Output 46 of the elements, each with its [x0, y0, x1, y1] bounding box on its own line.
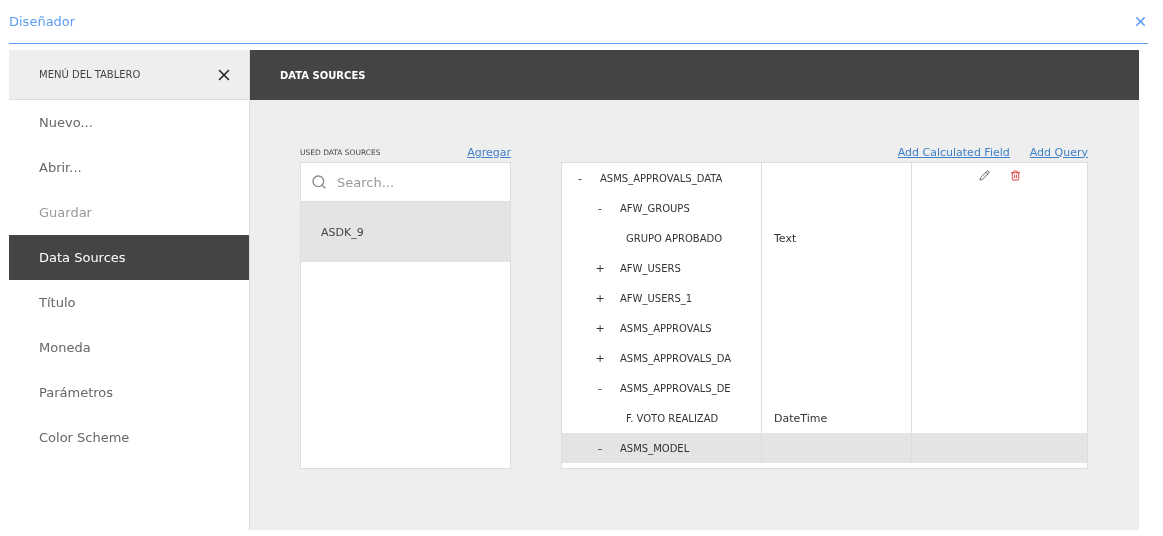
table-name[interactable]: AFW_USERS — [620, 262, 681, 274]
tree-toggle[interactable]: - — [590, 201, 610, 215]
section-title: DATA SOURCES — [280, 69, 366, 81]
field-type: DateTime — [774, 411, 828, 425]
tree-row[interactable]: + AFW_USERS_1 — [562, 283, 1087, 313]
trash-icon[interactable] — [1009, 170, 1021, 181]
field-type: Text — [774, 231, 797, 245]
field-name[interactable]: GRUPO APROBADO — [626, 232, 723, 244]
field-name[interactable]: F. VOTO REALIZAD — [626, 412, 719, 424]
tree-toggle[interactable]: - — [590, 381, 610, 395]
table-name[interactable]: ASMS_APPROVALS_DE — [620, 382, 731, 394]
tree-toggle[interactable]: - — [570, 171, 590, 185]
tree-toggle[interactable]: + — [590, 291, 610, 305]
action-link[interactable]: Add Calculated Field — [897, 145, 1010, 159]
sidebar-item[interactable]: Título — [9, 280, 249, 325]
table-name[interactable]: ASMS_APPROVALS_DATA — [600, 172, 723, 184]
table-name[interactable]: ASMS_APPROVALS_DA — [620, 352, 732, 364]
tree-toggle[interactable]: + — [590, 351, 610, 365]
tree-toggle[interactable]: - — [590, 441, 610, 455]
data-source-item[interactable]: ASDK_9 — [301, 202, 510, 262]
tree-row[interactable]: - ASMS_MODEL — [562, 433, 1087, 463]
tree-row[interactable]: - AFW_GROUPS — [562, 193, 1087, 223]
add-link[interactable]: Agregar — [467, 145, 511, 159]
table-name[interactable]: AFW_GROUPS — [620, 202, 690, 214]
sidebar-item[interactable]: Nuevo... — [9, 100, 249, 145]
tree-row[interactable]: + ASMS_APPROVALS — [562, 313, 1087, 343]
tree-row[interactable]: + AFW_USERS — [562, 253, 1087, 283]
tree-row[interactable]: - ASMS_APPROVALS_DE — [562, 373, 1087, 403]
sidebar-item[interactable]: Parámetros — [9, 370, 249, 415]
tree-toggle[interactable]: + — [590, 321, 610, 335]
table-name[interactable]: ASMS_APPROVALS — [620, 322, 712, 334]
tree-toggle[interactable]: + — [590, 261, 610, 275]
sidebar-item[interactable]: Data Sources — [9, 235, 249, 280]
tree-row[interactable]: - ASMS_APPROVALS_DATA — [562, 163, 1087, 193]
sidebar-item[interactable]: Abrir... — [9, 145, 249, 190]
action-link[interactable]: Add Query — [1029, 145, 1088, 159]
edit-icon[interactable] — [978, 170, 990, 181]
tree-row[interactable]: + ASMS_APPROVALS_DA — [562, 343, 1087, 373]
window-title: Diseñador — [9, 14, 76, 29]
table-name[interactable]: ASMS_MODEL — [620, 442, 690, 454]
table-name[interactable]: AFW_USERS_1 — [620, 292, 693, 304]
sidebar-title: MENÚ DEL TABLERO — [39, 69, 141, 80]
tree-row[interactable]: GRUPO APROBADO Text — [562, 223, 1087, 253]
sidebar-item[interactable]: Color Scheme — [9, 415, 249, 460]
search-icon — [311, 174, 327, 190]
sidebar-item[interactable]: Moneda — [9, 325, 249, 370]
